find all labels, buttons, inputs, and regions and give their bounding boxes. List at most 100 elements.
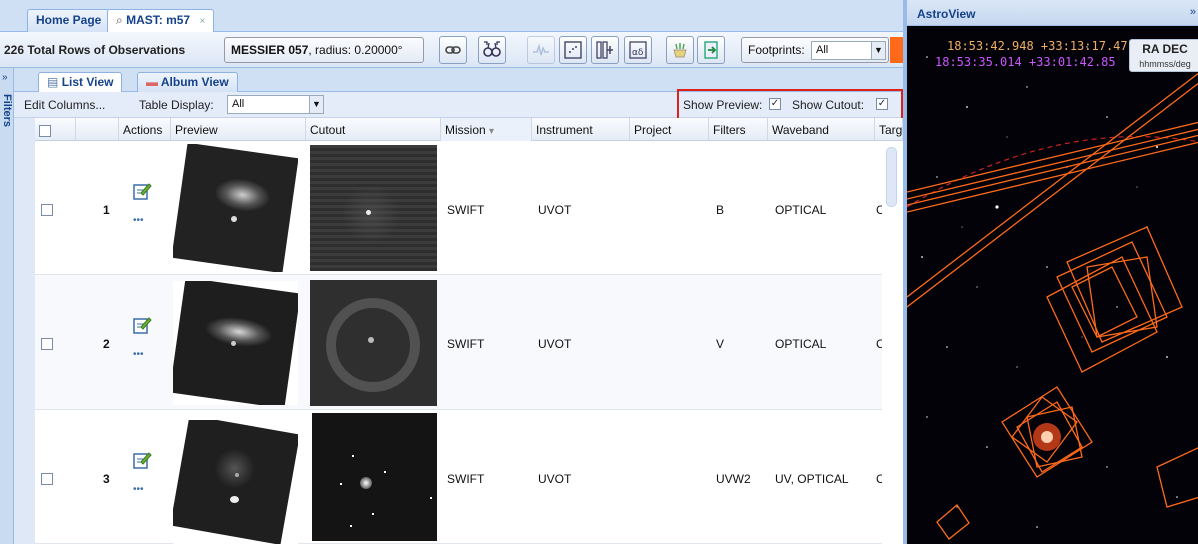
footprints-select[interactable]: All ▼ bbox=[811, 41, 886, 60]
coordinate-readout-secondary: 18:53:35.014 +33:01:42.85 bbox=[935, 55, 1116, 69]
header-cutout[interactable]: Cutout bbox=[306, 118, 441, 141]
plant-button[interactable] bbox=[666, 36, 694, 64]
header-target[interactable]: Targ bbox=[875, 118, 903, 141]
columns-button[interactable] bbox=[591, 36, 619, 64]
expand-icon[interactable]: » bbox=[1190, 6, 1196, 18]
sort-desc-icon: ▾ bbox=[489, 126, 495, 137]
footprints-control: Footprints: All ▼ bbox=[741, 37, 889, 63]
link-button[interactable] bbox=[439, 36, 467, 64]
table-header: Actions Preview Cutout Mission ▾ Instrum… bbox=[35, 118, 903, 141]
header-mission[interactable]: Mission ▾ bbox=[441, 118, 532, 141]
cell-mission: SWIFT bbox=[447, 203, 485, 217]
header-instrument[interactable]: Instrument bbox=[532, 118, 630, 141]
tab-album-view[interactable]: ▬ Album View bbox=[137, 72, 238, 92]
target-center bbox=[1041, 431, 1053, 443]
header-filters[interactable]: Filters bbox=[709, 118, 768, 141]
tab-bar: Home Page ⌕ MAST: m57 × bbox=[0, 0, 903, 32]
coordinates-button[interactable]: αδ bbox=[624, 36, 652, 64]
cell-filters: V bbox=[716, 337, 725, 351]
highlight-box bbox=[677, 89, 903, 120]
more-actions-icon[interactable]: ••• bbox=[133, 349, 144, 360]
tab-list-view[interactable]: ▤ List View bbox=[38, 72, 123, 92]
row-checkbox[interactable] bbox=[41, 204, 53, 216]
radec-format-label: hhmmss/deg bbox=[1139, 59, 1191, 69]
total-rows-label: 226 Total Rows of Observations bbox=[4, 43, 186, 57]
columns-icon bbox=[596, 41, 613, 59]
link-icon bbox=[445, 46, 461, 54]
row-checkbox[interactable] bbox=[41, 338, 53, 350]
table-row[interactable]: 3 ••• SWIFT UVOT UVW2 UV, OPTICAL C bbox=[35, 410, 903, 544]
astroview-header: AstroView » bbox=[907, 0, 1198, 26]
footprints-value: All bbox=[816, 44, 829, 56]
list-view-label: List View bbox=[61, 75, 114, 89]
telescope-icon: ⌕ bbox=[116, 13, 123, 27]
export-button[interactable] bbox=[697, 36, 725, 64]
cutout-image[interactable] bbox=[310, 145, 437, 271]
radec-format-button[interactable]: RA DEC hhmmss/deg bbox=[1129, 39, 1198, 72]
header-waveband[interactable]: Waveband bbox=[768, 118, 875, 141]
export-sheet-icon bbox=[704, 41, 718, 59]
close-tab-icon[interactable]: × bbox=[199, 16, 205, 27]
edit-icon[interactable] bbox=[132, 181, 152, 201]
results-table: Actions Preview Cutout Mission ▾ Instrum… bbox=[35, 118, 903, 544]
table-display-label: Table Display: bbox=[139, 98, 214, 112]
header-mission-label: Mission bbox=[445, 123, 486, 137]
sky-viewer[interactable] bbox=[907, 27, 1198, 544]
chevron-down-icon: ▼ bbox=[871, 42, 885, 59]
footprints-label: Footprints: bbox=[748, 43, 805, 57]
header-project[interactable]: Project bbox=[630, 118, 709, 141]
row-number: 1 bbox=[103, 203, 110, 217]
preview-image[interactable] bbox=[173, 281, 298, 405]
filters-panel-collapsed[interactable]: » Filters bbox=[0, 68, 14, 544]
alpha-delta-icon: αδ bbox=[629, 41, 647, 59]
cell-mission: SWIFT bbox=[447, 337, 485, 351]
cell-instrument: UVOT bbox=[538, 337, 572, 351]
edit-columns-link[interactable]: Edit Columns... bbox=[24, 98, 105, 112]
header-actions[interactable]: Actions bbox=[119, 118, 171, 141]
spectrum-button[interactable] bbox=[527, 36, 555, 64]
results-toolbar: 226 Total Rows of Observations MESSIER 0… bbox=[0, 32, 903, 68]
cell-instrument: UVOT bbox=[538, 472, 572, 486]
vertical-scrollbar[interactable] bbox=[882, 141, 903, 544]
edit-icon[interactable] bbox=[132, 450, 152, 470]
scatter-chart-icon bbox=[564, 41, 582, 59]
target-box: MESSIER 057, radius: 0.20000° bbox=[224, 37, 424, 63]
preview-image[interactable] bbox=[173, 420, 298, 544]
target-name: MESSIER 057 bbox=[231, 43, 309, 57]
tab-home-label: Home Page bbox=[36, 13, 102, 27]
select-all-checkbox[interactable] bbox=[39, 124, 51, 137]
table-row[interactable]: 2 ••• SWIFT UVOT V OPTICAL C bbox=[35, 275, 903, 410]
table-display-select[interactable]: All ▼ bbox=[227, 95, 324, 114]
table-row[interactable]: 1 ••• SWIFT UVOT B OPTICAL C bbox=[35, 141, 903, 275]
cutout-image[interactable] bbox=[310, 280, 437, 406]
row-number: 3 bbox=[103, 472, 110, 486]
more-actions-icon[interactable]: ••• bbox=[133, 484, 144, 495]
cell-instrument: UVOT bbox=[538, 203, 572, 217]
basket-icon bbox=[673, 43, 687, 58]
album-view-label: Album View bbox=[160, 75, 229, 89]
expand-icon[interactable]: » bbox=[2, 72, 8, 83]
header-preview[interactable]: Preview bbox=[171, 118, 306, 141]
cell-waveband: OPTICAL bbox=[775, 203, 827, 217]
table-display-value: All bbox=[232, 98, 245, 110]
tab-mast-label: MAST: m57 bbox=[126, 13, 191, 27]
binoculars-button[interactable] bbox=[478, 36, 506, 64]
preview-image[interactable] bbox=[173, 144, 298, 272]
more-actions-icon[interactable]: ••• bbox=[133, 215, 144, 226]
filters-label: Filters bbox=[1, 94, 13, 128]
scrollbar-thumb[interactable] bbox=[886, 147, 897, 207]
edit-icon[interactable] bbox=[132, 315, 152, 335]
row-checkbox[interactable] bbox=[41, 473, 53, 485]
cell-mission: SWIFT bbox=[447, 472, 485, 486]
tab-home-page[interactable]: Home Page bbox=[27, 9, 111, 32]
footprint-color-swatch[interactable] bbox=[890, 37, 903, 63]
spectrum-icon bbox=[533, 43, 549, 56]
chart-button[interactable] bbox=[559, 36, 587, 64]
cutout-image[interactable] bbox=[312, 413, 437, 541]
target-radius: , radius: 0.20000° bbox=[308, 43, 403, 57]
astroview-panel: AstroView » 18:53:42.948 +33:13:17.47 18… bbox=[905, 0, 1198, 544]
svg-text:αδ: αδ bbox=[632, 48, 644, 58]
tab-mast-m57[interactable]: ⌕ MAST: m57 × bbox=[107, 9, 215, 32]
astroview-title: AstroView bbox=[917, 7, 976, 21]
cell-waveband: OPTICAL bbox=[775, 337, 827, 351]
